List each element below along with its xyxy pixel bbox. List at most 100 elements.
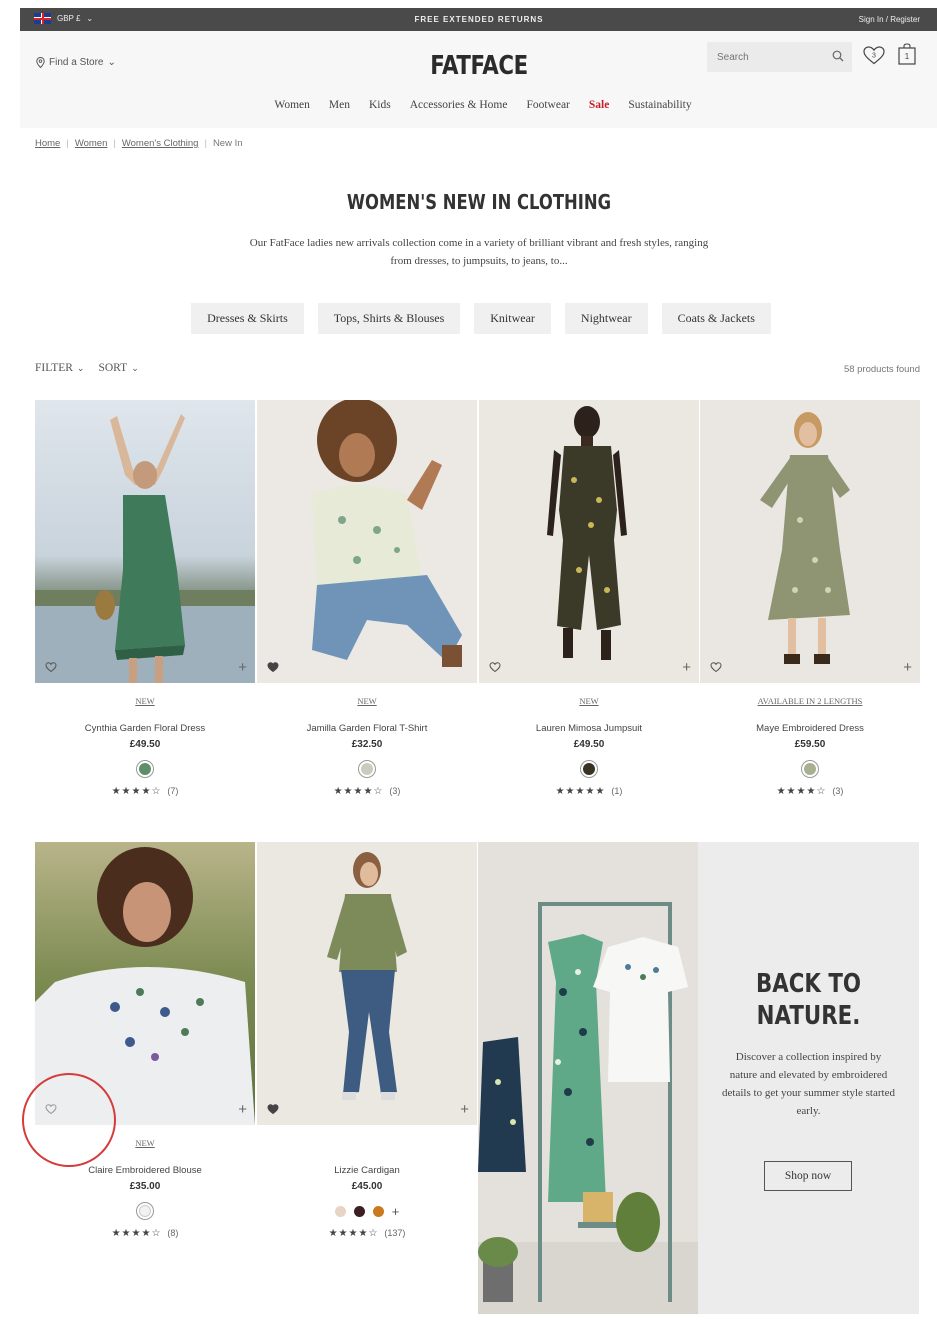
quick-add-icon[interactable]: +: [238, 1102, 247, 1117]
review-count: (137): [384, 1228, 406, 1238]
filter-label: FILTER: [35, 362, 73, 374]
rating-stars: ★★★★☆: [776, 786, 827, 797]
rating-stars: ★★★★★: [555, 786, 606, 797]
editorial-title-line: NATURE.: [756, 1001, 861, 1031]
editorial-body: Discover a collection inspired by nature…: [722, 1051, 895, 1117]
page-title: WOMEN'S NEW IN CLOTHING: [346, 190, 612, 214]
color-swatch[interactable]: [353, 1205, 365, 1217]
sign-in-link[interactable]: Sign In / Register: [859, 15, 920, 24]
quick-add-icon[interactable]: +: [460, 1102, 469, 1117]
promo-bar: GBP £ ⌄ FREE EXTENDED RETURNS Sign In / …: [20, 8, 937, 31]
product-card-info: NEW Cynthia Garden Floral Dress £49.50 ★…: [35, 696, 255, 797]
product-image[interactable]: +: [479, 400, 699, 683]
quick-add-icon[interactable]: +: [903, 660, 912, 675]
more-colors-icon[interactable]: +: [392, 1205, 400, 1218]
star-rating[interactable]: ★★★★☆ (137): [257, 1228, 477, 1239]
product-name[interactable]: Cynthia Garden Floral Dress: [35, 723, 255, 734]
shopping-bag-icon[interactable]: 1: [898, 43, 916, 65]
color-swatch[interactable]: [372, 1205, 384, 1217]
promo-text[interactable]: FREE EXTENDED RETURNS: [20, 15, 937, 24]
nav-footwear[interactable]: Footwear: [526, 99, 569, 111]
search-icon[interactable]: [832, 50, 844, 62]
product-badge[interactable]: AVAILABLE IN 2 LENGTHS: [700, 696, 920, 710]
review-count: (1): [611, 786, 623, 796]
chip-tops-shirts-blouses[interactable]: Tops, Shirts & Blouses: [317, 303, 461, 334]
main-nav: Women Men Kids Accessories & Home Footwe…: [20, 99, 937, 111]
product-photo: [700, 400, 920, 683]
nav-sale[interactable]: Sale: [589, 99, 609, 111]
product-image[interactable]: +: [700, 400, 920, 683]
product-price: £32.50: [351, 739, 383, 750]
product-price: £45.00: [351, 1181, 383, 1192]
filter-button[interactable]: FILTER ⌄: [35, 362, 84, 374]
product-name[interactable]: Lizzie Cardigan: [257, 1165, 477, 1176]
nav-men[interactable]: Men: [329, 99, 350, 111]
nav-accessories-home[interactable]: Accessories & Home: [410, 99, 508, 111]
add-to-wishlist-icon[interactable]: [45, 661, 57, 673]
rating-stars: ★★★★☆: [111, 786, 162, 797]
breadcrumb-separator: |: [204, 138, 207, 149]
color-swatch[interactable]: [358, 760, 376, 778]
add-to-wishlist-icon[interactable]: [710, 661, 722, 673]
add-to-wishlist-icon[interactable]: [489, 661, 501, 673]
search-box[interactable]: [707, 42, 852, 72]
product-photo: [479, 400, 699, 683]
color-swatches: [257, 760, 477, 778]
category-intro: Our FatFace ladies new arrivals collecti…: [249, 237, 709, 267]
breadcrumb-separator: |: [66, 138, 69, 149]
shop-now-button[interactable]: Shop now: [764, 1161, 852, 1191]
review-count: (3): [389, 786, 401, 796]
nav-women[interactable]: Women: [274, 99, 309, 111]
color-swatch[interactable]: [334, 1205, 346, 1217]
color-swatch[interactable]: [580, 760, 598, 778]
product-image[interactable]: [257, 400, 477, 683]
page: GBP £ ⌄ FREE EXTENDED RETURNS Sign In / …: [20, 8, 937, 1325]
star-rating[interactable]: ★★★★☆ (3): [700, 786, 920, 797]
product-image[interactable]: +: [257, 842, 477, 1125]
breadcrumb-home[interactable]: Home: [35, 138, 60, 149]
product-name[interactable]: Lauren Mimosa Jumpsuit: [479, 723, 699, 734]
product-photo: [257, 842, 477, 1125]
star-rating[interactable]: ★★★★★ (1): [479, 786, 699, 797]
rating-stars: ★★★★☆: [111, 1228, 162, 1239]
annotation-highlight-circle: [22, 1073, 116, 1167]
editorial-title-line: BACK TO: [755, 969, 862, 999]
breadcrumb-womens-clothing[interactable]: Women's Clothing: [122, 138, 199, 149]
chip-coats-jackets[interactable]: Coats & Jackets: [661, 303, 771, 334]
breadcrumb-women[interactable]: Women: [75, 138, 108, 149]
add-to-wishlist-icon[interactable]: [267, 1103, 279, 1115]
find-store-label: Find a Store: [49, 57, 104, 68]
breadcrumb: Home | Women | Women's Clothing | New In: [35, 138, 243, 149]
nav-sustainability[interactable]: Sustainability: [628, 99, 691, 111]
star-rating[interactable]: ★★★★☆ (7): [35, 786, 255, 797]
nav-kids[interactable]: Kids: [369, 99, 391, 111]
color-swatch[interactable]: [801, 760, 819, 778]
star-rating[interactable]: ★★★★☆ (8): [35, 1228, 255, 1239]
color-swatches: +: [257, 1202, 477, 1220]
product-name[interactable]: Maye Embroidered Dress: [700, 723, 920, 734]
star-rating[interactable]: ★★★★☆ (3): [257, 786, 477, 797]
review-count: (3): [832, 786, 844, 796]
chevron-down-icon: ⌄: [131, 363, 139, 373]
add-to-wishlist-icon[interactable]: [267, 661, 279, 673]
chevron-down-icon: ⌄: [76, 363, 85, 373]
product-badge: NEW: [357, 696, 377, 706]
chip-nightwear[interactable]: Nightwear: [564, 303, 648, 334]
chip-dresses-skirts[interactable]: Dresses & Skirts: [191, 303, 304, 334]
color-swatches: [479, 760, 699, 778]
color-swatch[interactable]: [136, 760, 154, 778]
product-badge: NEW: [135, 696, 155, 706]
editorial-image: [478, 842, 698, 1314]
location-pin-icon: [36, 57, 45, 68]
product-card-info: AVAILABLE IN 2 LENGTHS Maye Embroidered …: [700, 696, 920, 797]
quick-add-icon[interactable]: +: [238, 660, 247, 675]
quick-add-icon[interactable]: +: [682, 660, 691, 675]
search-input[interactable]: [707, 42, 817, 72]
product-image[interactable]: +: [35, 400, 255, 683]
product-name[interactable]: Jamilla Garden Floral T-Shirt: [257, 723, 477, 734]
product-price: £59.50: [794, 739, 826, 750]
sort-button[interactable]: SORT ⌄: [98, 362, 138, 374]
color-swatch[interactable]: [136, 1202, 154, 1220]
chip-knitwear[interactable]: Knitwear: [474, 303, 551, 334]
wishlist-heart-icon[interactable]: 3: [863, 46, 885, 65]
